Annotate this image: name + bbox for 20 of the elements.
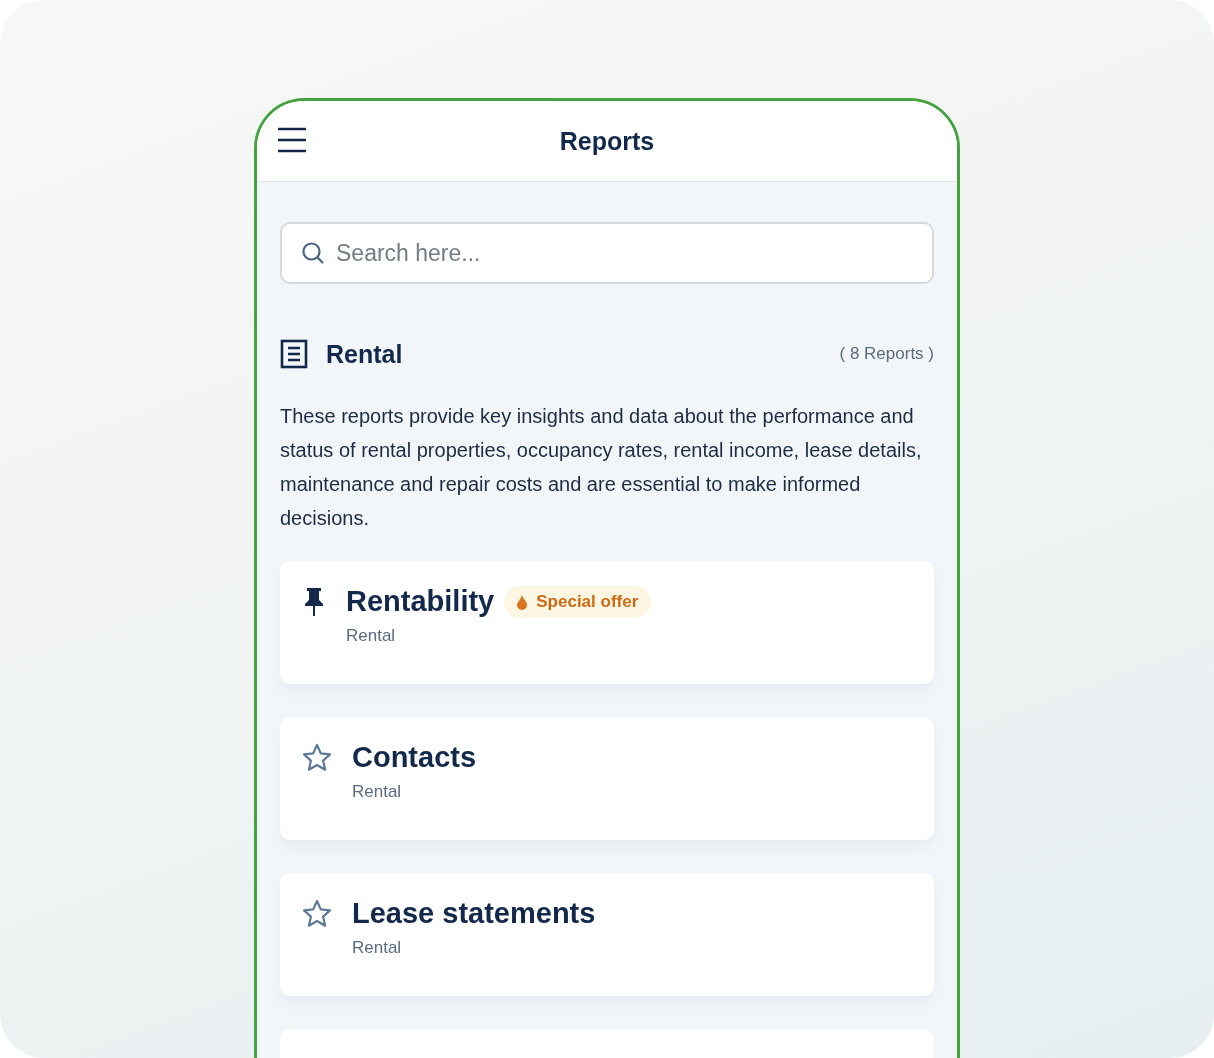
- menu-icon[interactable]: [277, 127, 307, 153]
- pin-icon[interactable]: [302, 587, 326, 617]
- report-count: ( 8 Reports ): [839, 344, 934, 364]
- report-card[interactable]: Lease statements Rental: [280, 873, 934, 996]
- report-title: Contacts: [352, 741, 477, 774]
- badge-label: Special offer: [536, 591, 639, 612]
- search-field[interactable]: Search here...: [280, 222, 934, 284]
- report-card[interactable]: Rentability Special offer Rental: [280, 561, 934, 684]
- star-icon[interactable]: [302, 899, 332, 929]
- report-category: Rental: [352, 938, 403, 958]
- report-category: Rental: [352, 782, 403, 802]
- page-title: Reports: [559, 126, 655, 156]
- star-icon[interactable]: [302, 743, 332, 773]
- report-card[interactable]: Contacts Rental: [280, 717, 934, 840]
- report-title: Lease statements: [352, 897, 596, 930]
- section-description: These reports provide key insights and data about the performance and status of rental properties, occupancy rates, rental income, lease details, maintenance and repair costs and are essential to make informed decisions.: [280, 404, 923, 531]
- report-category: Rental: [346, 626, 397, 646]
- report-title: Rentability: [346, 585, 495, 618]
- document-icon: [280, 339, 308, 369]
- section-title: Rental: [326, 339, 404, 369]
